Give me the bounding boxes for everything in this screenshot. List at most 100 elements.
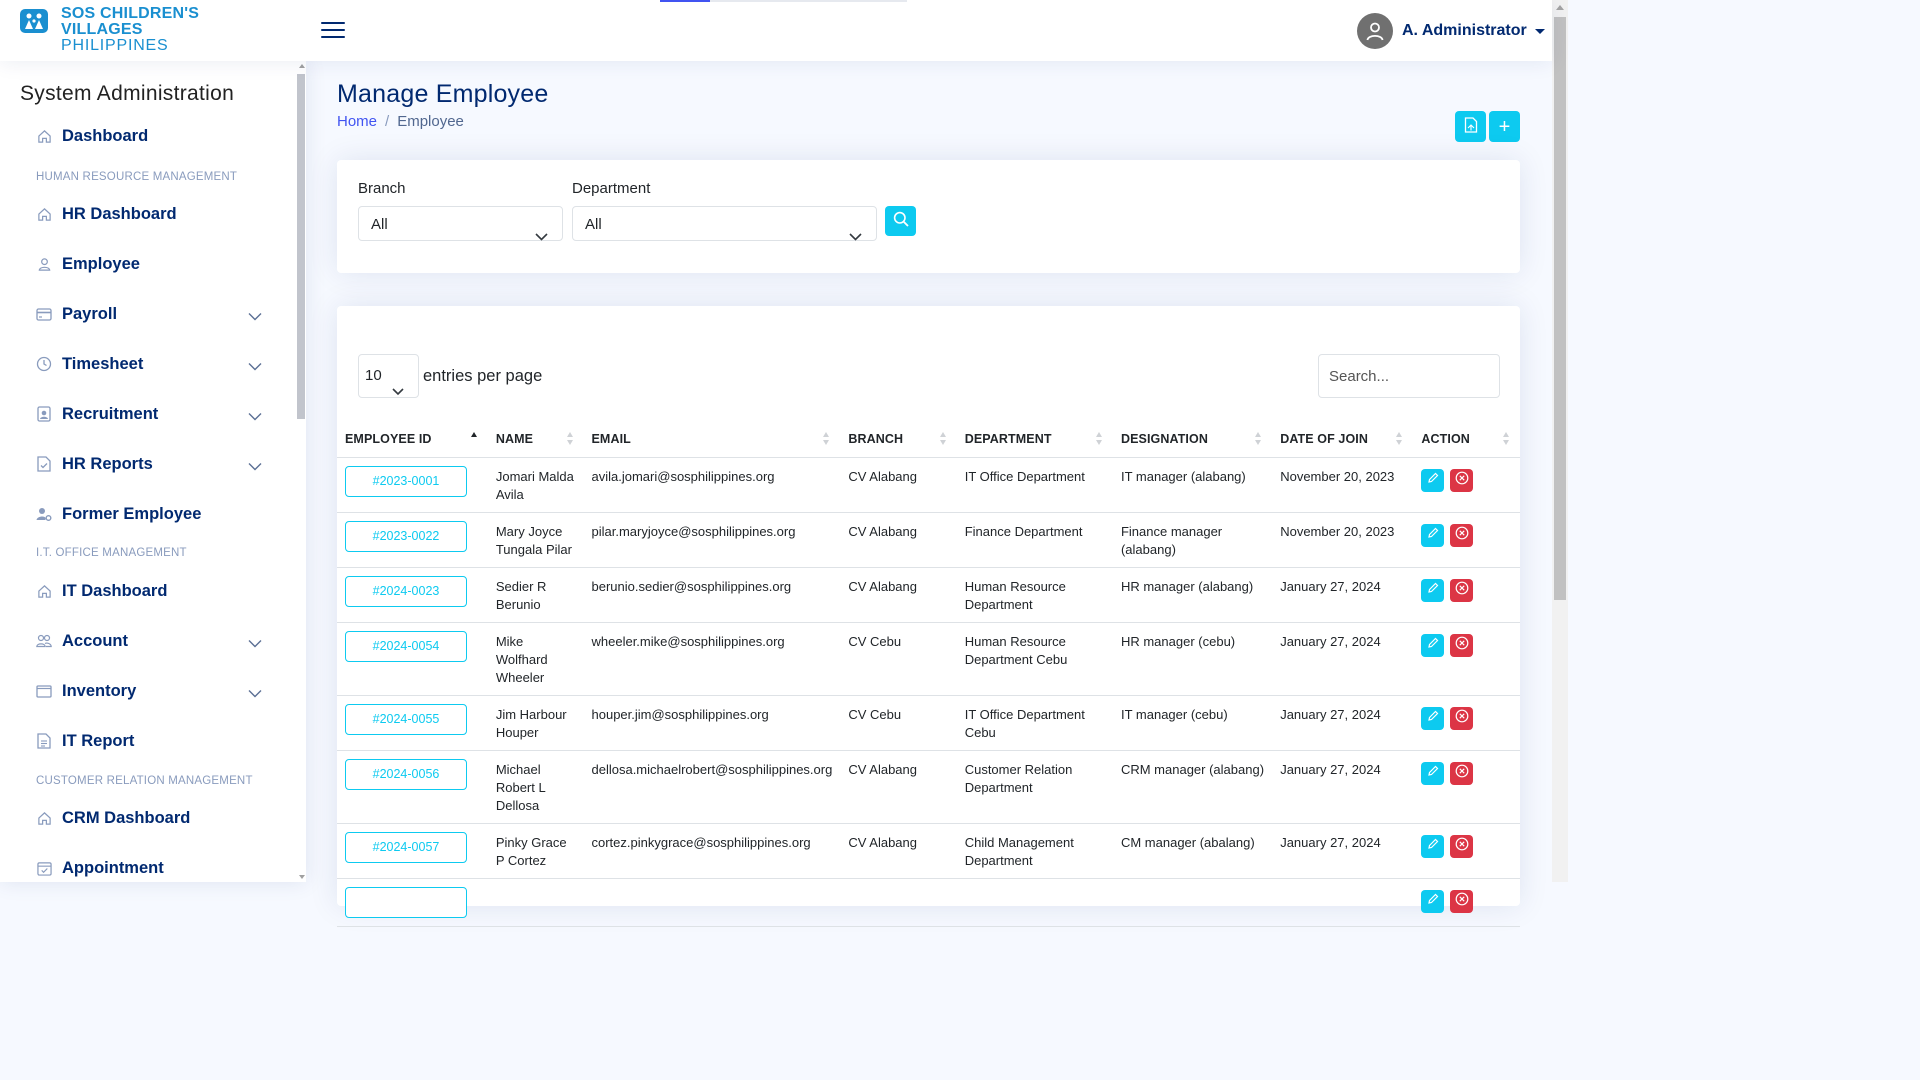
employee-id-cell: #2024-0056	[337, 750, 488, 824]
employee-id-button[interactable]: #2024-0056	[345, 758, 467, 790]
add-employee-button[interactable]: +	[1489, 111, 1520, 142]
x-circle-icon	[1455, 892, 1469, 911]
column-header-name[interactable]: NAME	[487, 422, 584, 458]
table-search-input[interactable]	[1318, 354, 1500, 398]
sidebar-item-appointment[interactable]: Appointment	[36, 852, 262, 882]
entries-per-page-select[interactable]: 10	[358, 354, 419, 398]
pencil-icon	[1427, 526, 1439, 544]
sidebar-item-label: CRM Dashboard	[62, 808, 191, 827]
sidebar-item-dashboard[interactable]: Dashboard	[36, 120, 262, 152]
delete-button[interactable]	[1450, 761, 1474, 785]
filter-search-button[interactable]	[885, 206, 916, 236]
column-header-email[interactable]: EMAIL	[583, 422, 841, 458]
sidebar-item-it-report[interactable]: IT Report	[36, 725, 262, 757]
column-header-branch[interactable]: BRANCH	[840, 422, 957, 458]
employee-id-button[interactable]: #2024-0023	[345, 575, 467, 607]
column-header-designation[interactable]: DESIGNATION	[1112, 422, 1273, 458]
employee-id-button[interactable]: #2024-0054	[345, 630, 467, 662]
employee-id-button[interactable]	[345, 886, 467, 918]
branch-select-value: All	[371, 216, 388, 233]
scroll-up-arrow-icon[interactable]	[1556, 5, 1564, 10]
employee-id-cell	[337, 878, 488, 927]
person-gear-icon	[36, 506, 52, 522]
sidebar-heading-it: I.T. OFFICE MANAGEMENT	[36, 547, 187, 559]
employee-id-button[interactable]: #2023-0022	[345, 520, 467, 552]
sidebar-scrollbar[interactable]	[296, 61, 306, 882]
filter-card: Branch All Department All	[337, 160, 1520, 273]
calendar-check-icon	[36, 860, 52, 876]
sidebar-item-recruitment[interactable]: Recruitment	[36, 398, 262, 430]
edit-button[interactable]	[1421, 578, 1445, 602]
action-cell	[1413, 512, 1520, 568]
delete-button[interactable]	[1450, 834, 1474, 858]
employee-id-button[interactable]: #2024-0057	[345, 831, 467, 863]
department-cell	[956, 878, 1113, 927]
house-icon	[36, 206, 52, 222]
sidebar-item-hr-dashboard[interactable]: HR Dashboard	[36, 198, 262, 230]
date-cell: January 27, 2024	[1272, 823, 1414, 879]
sort-icon	[939, 432, 948, 446]
employee-id-button[interactable]: #2023-0001	[345, 465, 467, 497]
sidebar-heading-hr: HUMAN RESOURCE MANAGEMENT	[36, 171, 238, 183]
sidebar-item-it-dashboard[interactable]: IT Dashboard	[36, 575, 262, 607]
delete-button[interactable]	[1450, 468, 1474, 492]
email-cell: avila.jomari@sosphilippines.org	[583, 457, 841, 513]
chevron-down-icon	[248, 683, 262, 702]
sidebar-item-crm-dashboard[interactable]: CRM Dashboard	[36, 802, 262, 834]
employee-id-button[interactable]: #2024-0055	[345, 703, 467, 735]
edit-button[interactable]	[1421, 834, 1445, 858]
column-header-date-of-join[interactable]: DATE OF JOIN	[1272, 422, 1414, 458]
sidebar-heading-crm: CUSTOMER RELATION MANAGEMENT	[36, 775, 253, 787]
brand-logo[interactable]: SOS CHILDREN'S VILLAGES PHILIPPINES	[20, 6, 199, 54]
delete-button[interactable]	[1450, 889, 1474, 913]
sidebar-item-former-employee[interactable]: Former Employee	[36, 498, 262, 530]
edit-button[interactable]	[1421, 889, 1445, 913]
column-header-action[interactable]: ACTION	[1413, 422, 1520, 458]
scroll-up-arrow-icon[interactable]	[299, 64, 305, 68]
edit-button[interactable]	[1421, 706, 1445, 730]
sidebar-item-label: Employee	[62, 254, 140, 273]
export-file-button[interactable]	[1455, 111, 1486, 142]
sidebar-item-label: IT Dashboard	[62, 581, 168, 600]
page-scrollbar[interactable]	[1552, 0, 1568, 882]
date-cell: November 20, 2023	[1272, 457, 1414, 513]
delete-button[interactable]	[1450, 578, 1474, 602]
page-title: Manage Employee	[337, 80, 549, 108]
sidebar-item-payroll[interactable]: Payroll	[36, 298, 262, 330]
column-header-employee-id[interactable]: EMPLOYEE ID	[337, 422, 488, 458]
scroll-down-arrow-icon[interactable]	[299, 875, 305, 879]
sidebar-item-label: Recruitment	[62, 404, 159, 423]
sidebar-item-hr-reports[interactable]: HR Reports	[36, 448, 262, 480]
breadcrumb-home-link[interactable]: Home	[337, 113, 377, 130]
sidebar-item-account[interactable]: Account	[36, 625, 262, 657]
name-cell: Mary Joyce Tungala Pilar	[487, 512, 584, 568]
page-scroll-thumb[interactable]	[1554, 17, 1566, 600]
sort-icon	[1255, 432, 1263, 446]
department-select[interactable]: All	[572, 206, 877, 241]
delete-button[interactable]	[1450, 523, 1474, 547]
edit-button[interactable]	[1421, 523, 1445, 547]
sidebar-item-label: Payroll	[62, 304, 118, 323]
edit-button[interactable]	[1421, 468, 1445, 492]
designation-cell	[1112, 878, 1273, 927]
profile-dropdown[interactable]: A. Administrator	[1357, 13, 1545, 49]
sort-icon	[823, 432, 831, 446]
delete-button[interactable]	[1450, 633, 1474, 657]
table-row: #2023-0022 Mary Joyce Tungala Pilar pilar.…	[337, 512, 1520, 568]
sidebar-toggle-icon[interactable]	[321, 20, 345, 40]
column-header-department[interactable]: DEPARTMENT	[956, 422, 1113, 458]
branch-select[interactable]: All	[358, 206, 563, 241]
sidebar-scroll-thumb[interactable]	[297, 74, 305, 419]
sidebar-item-label: Dashboard	[62, 126, 149, 145]
edit-button[interactable]	[1421, 633, 1445, 657]
edit-button[interactable]	[1421, 761, 1445, 785]
employee-id-cell: #2024-0055	[337, 695, 488, 751]
sort-icon	[566, 432, 575, 446]
delete-button[interactable]	[1450, 706, 1474, 730]
name-cell: Michael Robert L Dellosa	[487, 750, 584, 824]
sidebar-item-inventory[interactable]: Inventory	[36, 675, 262, 707]
sidebar-item-timesheet[interactable]: Timesheet	[36, 348, 262, 380]
breadcrumb: Home / Employee	[337, 113, 464, 130]
top-header: SOS CHILDREN'S VILLAGES PHILIPPINES A. A…	[0, 0, 1552, 61]
sidebar-item-employee[interactable]: Employee	[36, 248, 262, 280]
